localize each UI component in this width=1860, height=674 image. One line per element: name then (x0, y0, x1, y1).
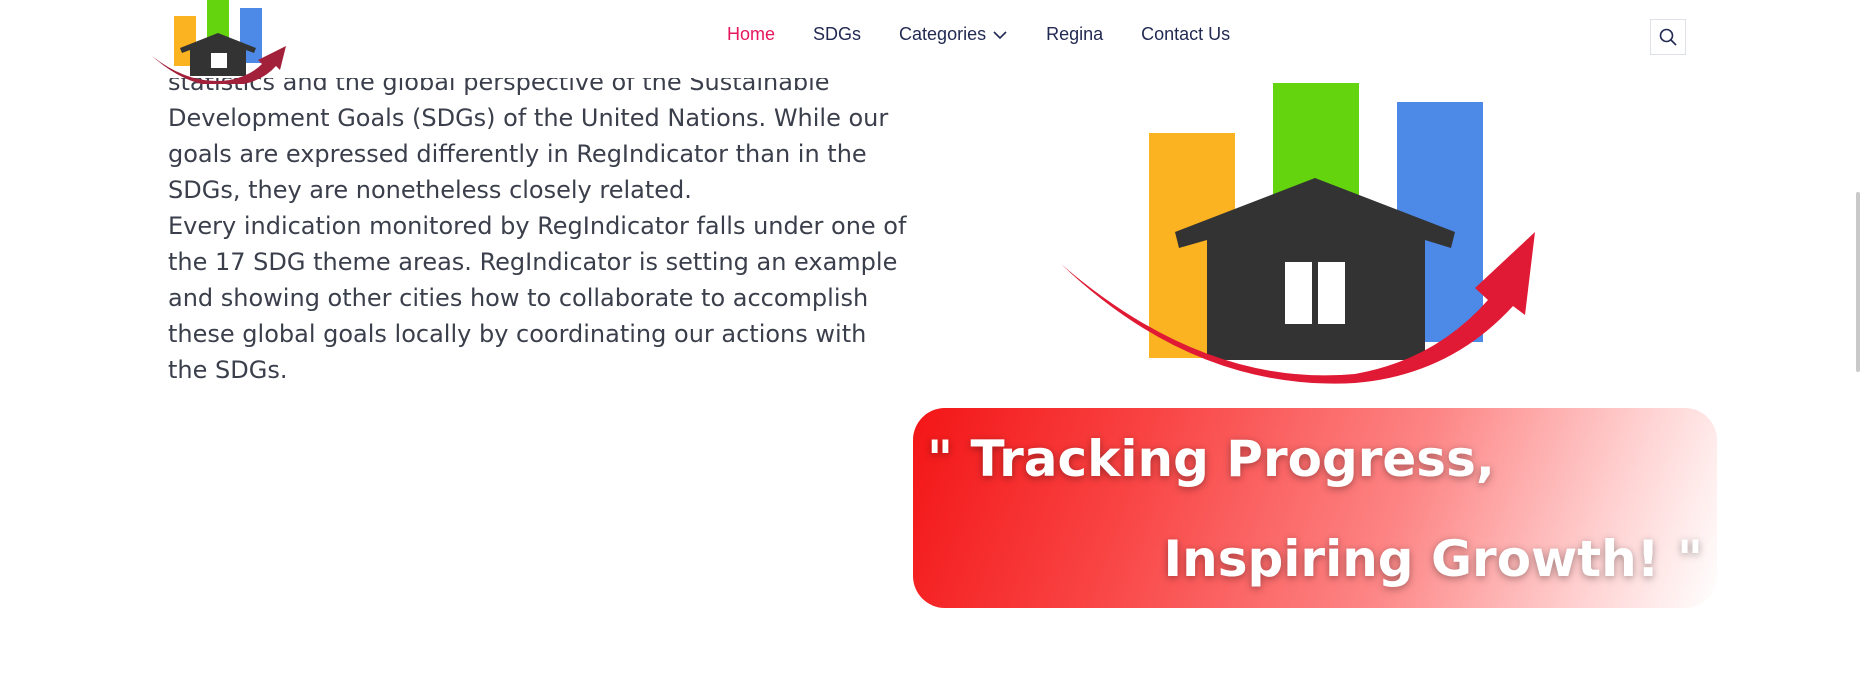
logo-window-right (1318, 262, 1345, 324)
logo-small-window (211, 53, 227, 68)
nav-sdgs-label: SDGs (813, 24, 862, 44)
chevron-down-icon (993, 30, 1007, 39)
nav-regina-label: Regina (1046, 24, 1104, 44)
nav-categories-label: Categories (899, 24, 987, 44)
nav-contact-us[interactable]: Contact Us (1141, 24, 1230, 45)
navbar: Home SDGs Categories Regina Contact Us (0, 0, 1860, 84)
nav-regina[interactable]: Regina (1046, 24, 1103, 45)
nav-categories[interactable]: Categories (899, 24, 1008, 45)
nav-home[interactable]: Home (727, 24, 775, 45)
content-paragraph-1: statistics and the global perspective of… (168, 68, 889, 204)
search-icon (1659, 28, 1677, 46)
regindicator-logo-large (1061, 83, 1535, 384)
content-paragraph-2: Every indication monitored by RegIndicat… (168, 212, 907, 384)
content-text: statistics and the global perspective of… (168, 64, 908, 388)
page-scrollbar[interactable] (1856, 192, 1860, 372)
site-logo[interactable] (150, 0, 290, 84)
search-button[interactable] (1650, 19, 1686, 55)
banner-line-1: " Tracking Progress, (927, 430, 1495, 488)
main-nav: Home SDGs Categories Regina Contact Us (727, 24, 1268, 45)
nav-sdgs[interactable]: SDGs (813, 24, 861, 45)
nav-home-label: Home (727, 24, 776, 44)
quote-banner: " Tracking Progress, Inspiring Growth! " (913, 408, 1717, 608)
nav-contact-us-label: Contact Us (1141, 24, 1231, 44)
logo-window-left (1285, 262, 1312, 324)
banner-line-2: Inspiring Growth! " (1163, 530, 1703, 588)
